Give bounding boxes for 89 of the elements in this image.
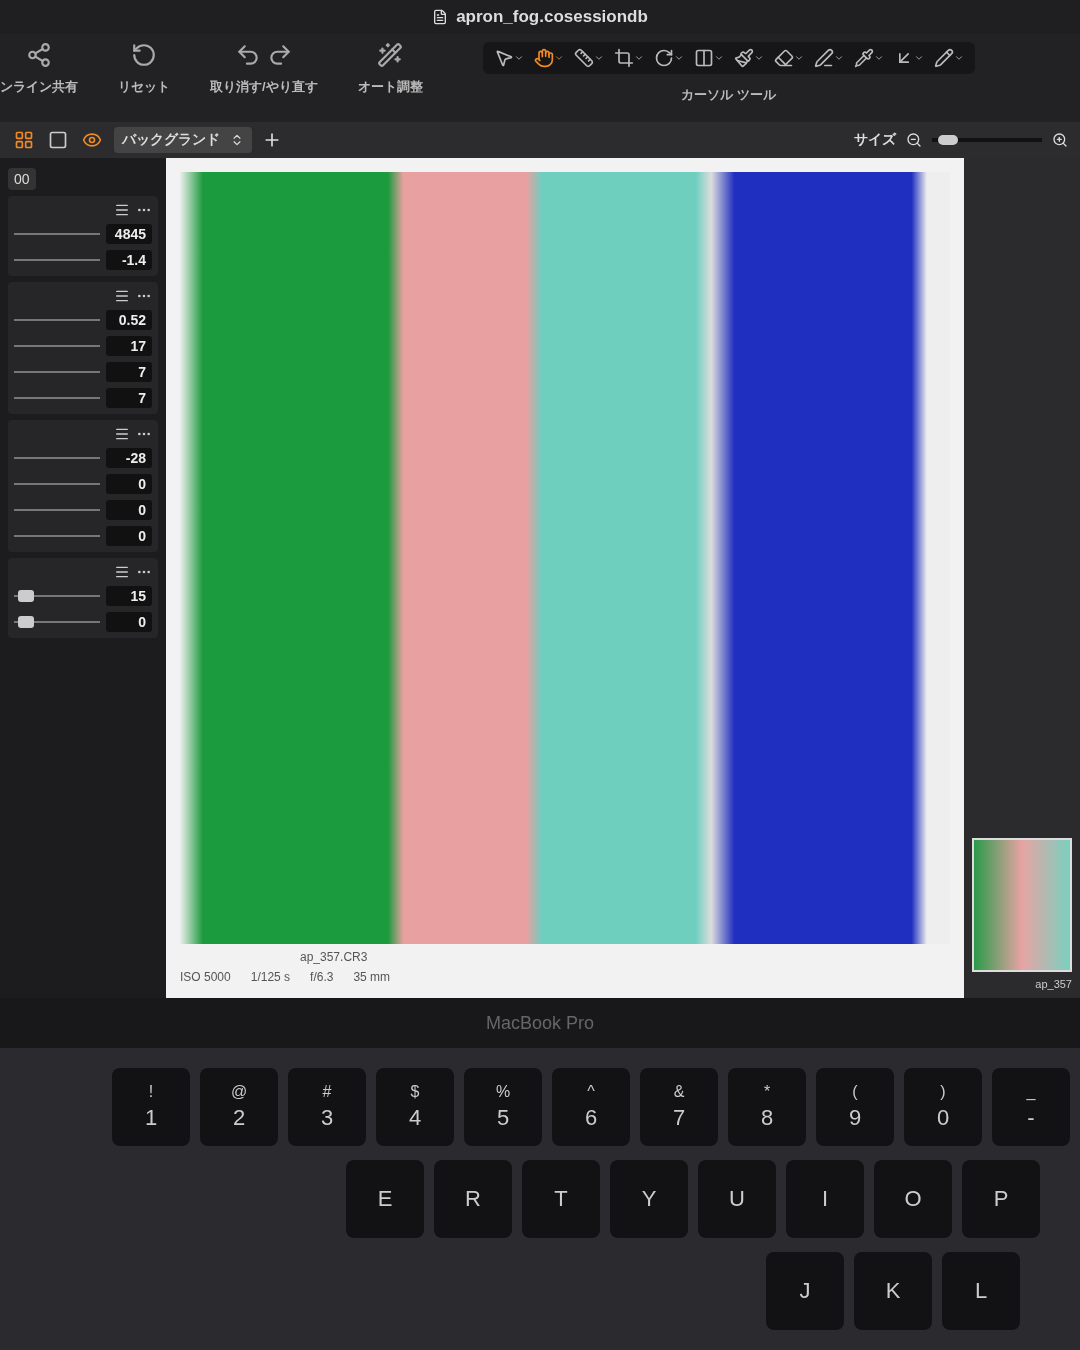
chevron-icon	[953, 53, 964, 63]
keyboard-key[interactable]: J	[766, 1252, 844, 1330]
keyboard-key[interactable]: L	[942, 1252, 1020, 1330]
keyboard-key[interactable]: ) 0	[904, 1068, 982, 1146]
exif-text: 1/125 s	[250, 970, 291, 985]
menu-icon[interactable]	[114, 564, 130, 580]
bezel-label: MacBook Pro	[485, 1012, 594, 1034]
chevron-icon	[833, 53, 844, 63]
eye-icon	[82, 130, 102, 150]
rotate-icon	[653, 48, 674, 68]
magic-wand-icon[interactable]	[377, 42, 404, 68]
toolbar-label: 取り消す/やり直す	[210, 78, 318, 96]
toolbar-label: リセット	[118, 78, 170, 96]
exif-text: f/6.3	[310, 970, 334, 985]
zoom-out-icon[interactable]	[906, 132, 922, 148]
keyboard-key[interactable]: E	[346, 1160, 424, 1238]
chevron-icon	[513, 53, 524, 63]
menu-icon[interactable]	[114, 202, 130, 218]
keyboard-key[interactable]: % 5	[464, 1068, 542, 1146]
value-field[interactable]: 7	[106, 362, 152, 382]
menu-icon[interactable]	[114, 288, 130, 304]
toolbar-label: オート調整	[357, 78, 423, 96]
file-name: ap_357.CR3	[300, 950, 369, 965]
chevron-icon	[793, 53, 804, 63]
keyboard-key[interactable]: & 7	[640, 1068, 718, 1146]
chevron-icon	[553, 53, 564, 63]
toolbar-label: カーソル ツール	[681, 86, 776, 104]
value-field[interactable]: 0	[106, 474, 152, 494]
keyboard-key[interactable]: * 8	[728, 1068, 806, 1146]
keyboard-key[interactable]: # 3	[288, 1068, 366, 1146]
value-field[interactable]: 0.52	[106, 310, 152, 330]
keyboard-key[interactable]: ^ 6	[552, 1068, 630, 1146]
value-field[interactable]: 15	[106, 586, 152, 606]
exif-text: 35 mm	[353, 970, 391, 985]
keyboard-key[interactable]: I	[786, 1160, 864, 1238]
grid-icon	[14, 130, 34, 150]
background-select[interactable]: バックグランド	[114, 127, 252, 153]
slider-thumb[interactable]	[18, 616, 35, 628]
chevron-icon	[913, 53, 924, 63]
ruler-icon	[573, 48, 594, 68]
pipette-icon	[853, 48, 874, 68]
slider-thumb[interactable]	[937, 135, 958, 145]
keyboard-key[interactable]: _ -	[992, 1068, 1070, 1146]
keyboard-key[interactable]: $ 4	[376, 1068, 454, 1146]
keyboard-key[interactable]: ( 9	[816, 1068, 894, 1146]
eraser-icon	[773, 48, 794, 68]
chevron-icon	[673, 53, 684, 63]
keyboard-key[interactable]: Y	[610, 1160, 688, 1238]
value-field[interactable]: -28	[106, 448, 152, 468]
menu-icon[interactable]	[114, 426, 130, 442]
thumbnail-caption: ap_357	[1035, 978, 1072, 991]
photo-thumbnail[interactable]	[972, 838, 1072, 973]
size-label: サイズ	[854, 131, 896, 149]
keyboard-key[interactable]: K	[854, 1252, 932, 1330]
share-icon[interactable]	[26, 42, 52, 68]
columns-icon	[693, 48, 714, 68]
keyboard-key[interactable]: O	[874, 1160, 952, 1238]
value-field[interactable]: 0	[106, 500, 152, 520]
crop-icon	[613, 48, 634, 68]
value-field[interactable]: 4845	[106, 224, 152, 244]
value-field[interactable]: 0	[106, 612, 152, 632]
exif-text: ISO 5000	[180, 970, 231, 985]
square-icon	[48, 130, 68, 150]
keyboard-key[interactable]: U	[698, 1160, 776, 1238]
keyboard-key[interactable]: @ 2	[200, 1068, 278, 1146]
keyboard-key[interactable]: P	[962, 1160, 1040, 1238]
pen-icon	[813, 48, 834, 68]
value-field[interactable]: 7	[106, 388, 152, 408]
keyboard-key[interactable]: R	[434, 1160, 512, 1238]
slider-thumb[interactable]	[18, 590, 35, 602]
value-field[interactable]: -1.4	[106, 250, 152, 270]
hand-icon	[533, 48, 554, 68]
document-icon	[432, 9, 449, 25]
chevron-icon	[873, 53, 884, 63]
value-field[interactable]: 00	[8, 168, 36, 190]
value-field[interactable]: 0	[106, 526, 152, 546]
value-field[interactable]: 17	[106, 336, 152, 356]
pencil-icon	[933, 48, 954, 68]
toolbar-label: ンライン共有	[0, 78, 78, 96]
chevron-icon	[633, 53, 644, 63]
brush-icon	[733, 48, 754, 68]
keyboard-key[interactable]: T	[522, 1160, 600, 1238]
keyboard-key[interactable]: ! 1	[112, 1068, 190, 1146]
reset-icon[interactable]	[131, 42, 157, 68]
chevron-icon	[713, 53, 724, 63]
zoom-in-icon[interactable]	[1052, 132, 1068, 148]
chevron-icon	[753, 53, 764, 63]
chevron-icon	[593, 53, 604, 63]
window-title: apron_fog.cosessiondb	[456, 7, 648, 27]
